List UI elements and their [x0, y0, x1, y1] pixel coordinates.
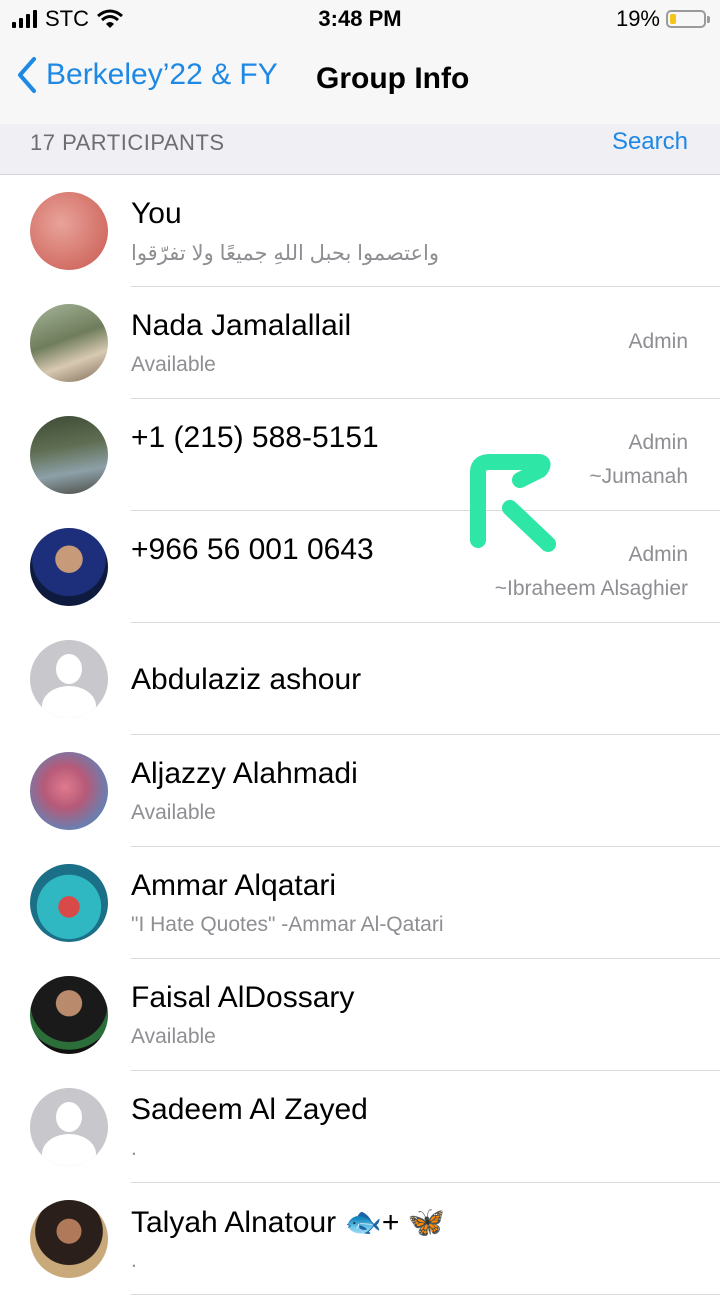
participant-name: +966 56 001 0643: [131, 533, 374, 566]
search-button[interactable]: Search: [612, 128, 688, 156]
clock: 3:48 PM: [318, 6, 402, 31]
page-title: Group Info: [316, 62, 470, 95]
participant-name: Ammar Alqatari: [131, 869, 337, 902]
participant-row[interactable]: Abdulaziz ashour: [0, 623, 720, 735]
participant-name: Abdulaziz ashour: [131, 663, 362, 696]
back-button[interactable]: Berkeley’22 & FY: [16, 56, 278, 94]
participant-name: Sadeem Al Zayed: [131, 1093, 368, 1126]
avatar: [30, 752, 108, 830]
status-right: 19%: [615, 6, 710, 32]
admin-badge: Admin: [628, 431, 688, 454]
avatar: [30, 528, 108, 606]
participant-row[interactable]: Nada Jamalallail Available Admin: [0, 287, 720, 399]
participant-status: Available: [131, 801, 216, 824]
avatar: [30, 192, 108, 270]
admin-badge: Admin: [628, 330, 688, 353]
avatar: [30, 304, 108, 382]
participant-status: Available: [131, 1025, 216, 1048]
watermark-logo-icon: [470, 454, 556, 552]
participant-row[interactable]: Ammar Alqatari "I Hate Quotes" -Ammar Al…: [0, 847, 720, 959]
participants-header: 17 PARTICIPANTS Search: [0, 124, 720, 175]
back-label: Berkeley’22 & FY: [46, 58, 278, 91]
avatar: [30, 1200, 108, 1278]
avatar: [30, 416, 108, 494]
participant-name: Faisal AlDossary: [131, 981, 355, 1014]
participant-status: "I Hate Quotes" -Ammar Al-Qatari: [131, 913, 444, 936]
avatar: [30, 864, 108, 942]
participant-row[interactable]: Aljazzy Alahmadi Available: [0, 735, 720, 847]
participant-status: .: [131, 1137, 137, 1160]
participant-row[interactable]: Talyah Alnatour 🐟+ 🦋 .: [0, 1183, 720, 1295]
battery-percent: 19%: [615, 6, 660, 31]
default-avatar-icon: [30, 1088, 108, 1166]
participant-row[interactable]: Sadeem Al Zayed .: [0, 1071, 720, 1183]
participant-name: Nada Jamalallail: [131, 309, 352, 342]
participant-name: You: [131, 197, 182, 230]
participants-count: 17 PARTICIPANTS: [30, 130, 225, 155]
participant-row[interactable]: Faisal AlDossary Available: [0, 959, 720, 1071]
participant-pushname: ~Jumanah: [589, 465, 688, 488]
participant-status: Available: [131, 353, 216, 376]
participant-row[interactable]: You واعتصموا بحبل اللهِ جميعًا ولا تفرّق…: [0, 175, 720, 287]
participant-status: واعتصموا بحبل اللهِ جميعًا ولا تفرّقوا: [131, 242, 440, 265]
chevron-left-icon: [18, 57, 36, 93]
navigation-bar: Berkeley’22 & FY Group Info: [0, 40, 720, 125]
participants-list: You واعتصموا بحبل اللهِ جميعًا ولا تفرّق…: [0, 175, 720, 1295]
participant-status: .: [131, 1249, 137, 1272]
participant-name: Aljazzy Alahmadi: [131, 757, 358, 790]
participant-row[interactable]: +1 (215) 588-5151 Admin ~Jumanah: [0, 399, 720, 511]
battery-fill: [670, 14, 677, 24]
admin-badge: Admin: [628, 543, 688, 566]
participant-pushname: ~Ibraheem Alsaghier: [494, 577, 688, 600]
participant-name: +1 (215) 588-5151: [131, 421, 379, 454]
participant-row[interactable]: +966 56 001 0643 Admin ~Ibraheem Alsaghi…: [0, 511, 720, 623]
participant-name: Talyah Alnatour 🐟+ 🦋: [131, 1206, 446, 1239]
status-bar: STC 3:48 PM 19%: [0, 0, 720, 40]
avatar: [30, 976, 108, 1054]
battery-icon: [666, 10, 710, 28]
default-avatar-icon: [30, 640, 108, 718]
